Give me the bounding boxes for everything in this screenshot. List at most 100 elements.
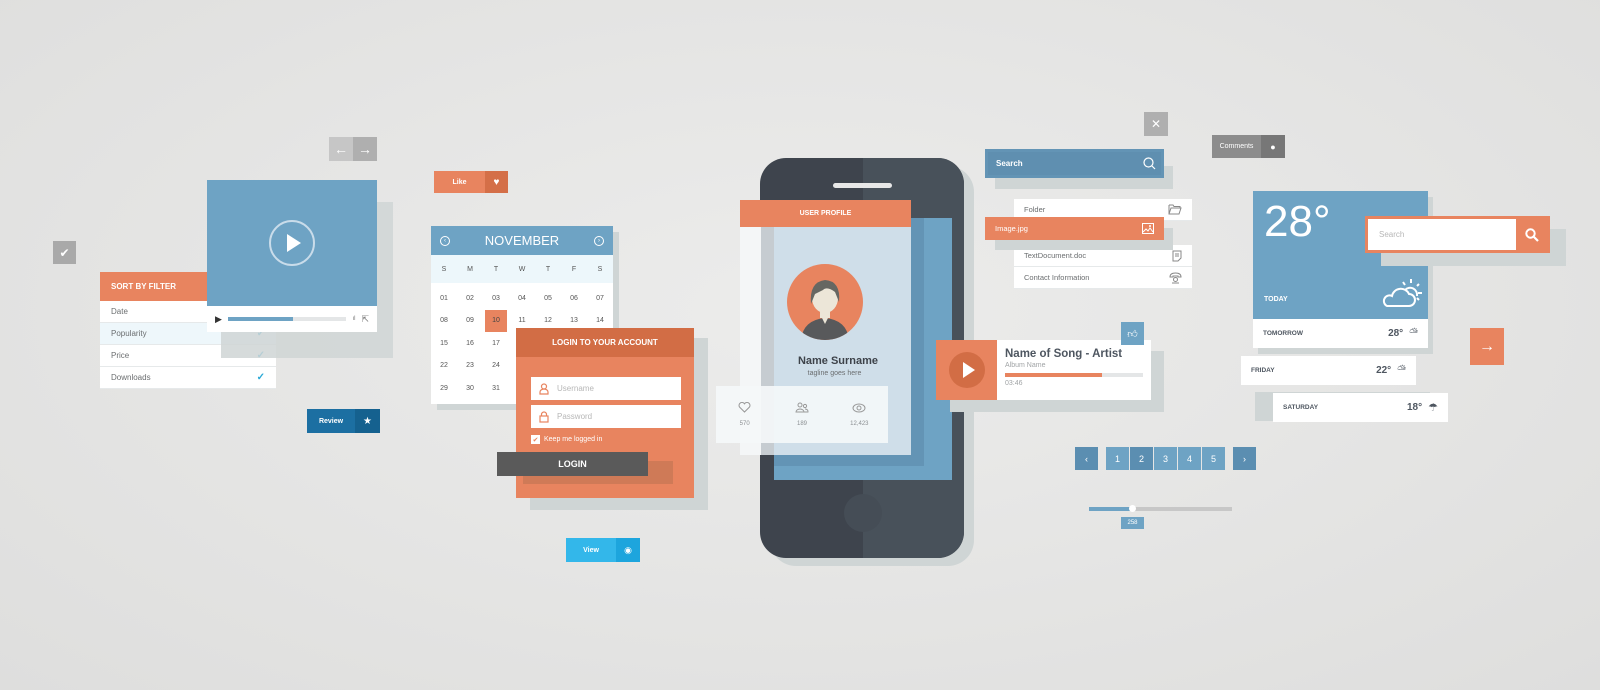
sort-option-label: Price [111,351,130,360]
music-progress-bar[interactable] [1005,373,1143,377]
calendar-date[interactable]: 02 [459,287,481,310]
sort-option-label: Downloads [111,373,151,382]
calendar-date[interactable]: 01 [433,287,455,310]
volume-icon[interactable]: ıl [352,316,355,322]
file-item-contact[interactable]: Contact Information [1014,267,1192,289]
orange-search-input[interactable]: Search [1368,219,1516,250]
review-button[interactable]: Review ★ [307,409,380,433]
file-item-image[interactable]: Image.jpg [985,217,1164,240]
keep-logged-in-label: Keep me logged in [544,436,603,443]
video-progress-bar[interactable] [227,317,347,321]
calendar-date[interactable]: 23 [459,355,481,378]
heart-icon [738,402,751,413]
weekday-label: T [493,265,499,273]
like-button[interactable]: Like ♥ [434,171,508,193]
calendar-date[interactable]: 04 [511,287,533,310]
page-button-1[interactable]: 1 [1106,447,1129,470]
phone-icon [1169,271,1182,283]
forecast-row: FRIDAY 22° ⛅︎ [1241,356,1416,385]
thumbs-up-button[interactable]: 👍︎ [1121,322,1144,345]
weekday-label: M [467,265,473,273]
video-screen[interactable] [207,180,377,306]
close-button[interactable]: ✕ [1144,112,1168,136]
view-button[interactable]: View ◉ [566,538,640,562]
calendar-date[interactable]: 07 [589,287,611,310]
orange-search-button[interactable] [1516,219,1547,250]
username-field[interactable]: Username [531,377,681,400]
comments-button[interactable]: Comments ● [1212,135,1285,158]
close-icon: ✕ [1150,117,1162,131]
next-page-button[interactable]: › [1233,447,1256,470]
stat-views[interactable]: 12,423 [831,386,888,443]
page-button-5[interactable]: 5 [1202,447,1225,470]
play-circle-icon[interactable] [268,219,316,267]
profile-tagline: tagline goes here [807,370,862,377]
search-icon[interactable] [1143,157,1156,170]
next-arrow-button[interactable]: → [353,137,377,161]
weather-widget: 28° TODAY TOMORROW 28° ⛅︎ [1253,191,1428,348]
prev-month-icon[interactable]: ‹ [440,235,450,246]
file-item-label: Folder [1024,205,1046,214]
play-icon[interactable]: ▶ [215,314,222,325]
next-arrow-button[interactable]: → [1470,328,1504,365]
password-placeholder: Password [557,412,593,421]
file-item-label: Image.jpg [995,224,1028,233]
calendar-date[interactable]: 22 [433,355,455,378]
video-player: ▶ ıl ⇱ [207,180,377,332]
calendar-date[interactable]: 16 [459,332,481,355]
play-circle-icon[interactable] [948,352,985,388]
stat-followers[interactable]: 189 [773,386,830,443]
calendar-date[interactable]: 03 [485,287,507,310]
heart-icon: ♥ [485,171,508,193]
prev-arrow-button[interactable]: ← [329,137,353,161]
eye-icon [852,403,866,412]
folder-icon [1168,204,1182,215]
cloud-sun-rain-icon: ⛅︎ [1397,364,1406,376]
cloud-sun-icon: ⛅︎ [1409,327,1418,339]
calendar-month: NOVEMBER [484,233,560,248]
avatar-person-icon [801,280,849,340]
external-link-icon[interactable]: ⇱ [361,314,369,325]
calendar-date[interactable]: 09 [459,310,481,333]
calendar-date[interactable]: 15 [433,332,455,355]
arrow-right-icon: → [1479,337,1495,355]
page-button-4[interactable]: 4 [1178,447,1201,470]
slider-handle[interactable] [1128,505,1136,512]
phone-home-button[interactable] [844,494,882,532]
comments-label: Comments [1212,135,1261,158]
calendar-date[interactable]: 24 [485,355,507,378]
forecast-row: SATURDAY 18° ☂︎ [1273,393,1448,422]
page-button-2[interactable]: 2 [1130,447,1153,470]
keep-logged-in-checkbox[interactable]: ✔ [531,435,540,444]
calendar-date[interactable]: 17 [485,332,507,355]
nav-arrows: ← → [329,137,377,161]
document-icon [1172,250,1182,261]
cloud-sun-icon [1382,279,1422,307]
sort-option-downloads[interactable]: Downloads ✓ [100,367,276,389]
sort-option-label: Popularity [111,329,147,338]
calendar-date[interactable]: 31 [485,377,507,400]
pagination: ‹ 1 2 3 4 5 › [1075,447,1257,470]
forecast-row: TOMORROW 28° ⛅︎ [1253,319,1428,348]
calendar-date[interactable]: 08 [433,310,455,333]
stat-likes[interactable]: 570 [716,386,773,443]
profile-name: Name Surname [797,355,879,367]
page-button-3[interactable]: 3 [1154,447,1177,470]
calendar-date[interactable]: 29 [433,377,455,400]
calendar-date[interactable]: 06 [563,287,585,310]
file-item-label: Contact Information [1024,273,1090,282]
check-button[interactable]: ✔ [53,241,76,264]
forecast-day: FRIDAY [1251,367,1275,374]
calendar-date[interactable]: 10 [485,309,507,332]
calendar-date[interactable]: 05 [537,287,559,310]
file-search-bar[interactable]: Search [985,149,1164,178]
prev-page-button[interactable]: ‹ [1075,447,1098,470]
music-progress-fill [1005,373,1102,377]
forecast-temp: 18° [1407,402,1423,413]
password-field[interactable]: Password [531,405,681,428]
login-button[interactable]: LOGIN [497,452,648,476]
next-month-icon[interactable]: › [594,235,604,246]
keep-logged-in[interactable]: ✔ Keep me logged in [531,435,602,444]
range-slider[interactable] [1089,505,1232,512]
calendar-date[interactable]: 30 [459,377,481,400]
